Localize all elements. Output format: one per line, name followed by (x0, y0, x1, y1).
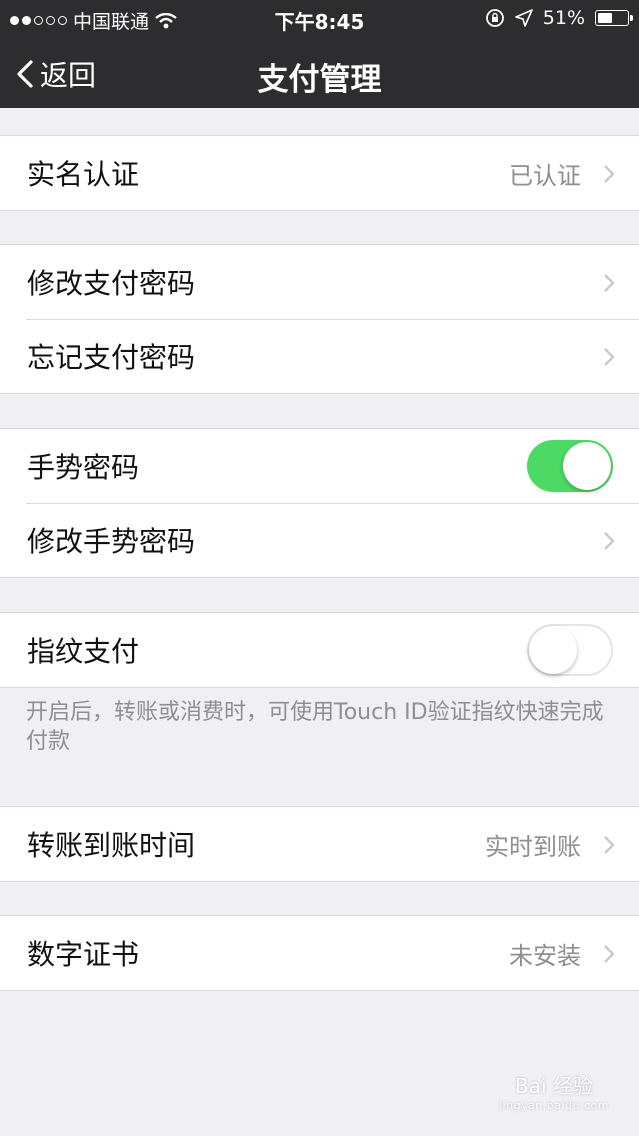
row-label: 转账到账时间 (27, 829, 196, 862)
chevron-right-icon (604, 165, 615, 183)
row-label: 忘记支付密码 (27, 341, 196, 374)
fingerprint-note: 开启后，转账或消费时，可使用Touch ID验证指纹快速完成付款 (26, 700, 604, 754)
row-real-name-verification[interactable]: 实名认证 已认证 (0, 136, 639, 210)
row-value: 实时到账 (485, 832, 581, 861)
row-label: 实名认证 (27, 158, 140, 191)
chevron-right-icon (604, 348, 615, 366)
gesture-password-toggle[interactable] (527, 440, 613, 492)
row-forgot-payment-password[interactable]: 忘记支付密码 (0, 319, 639, 393)
baidu-jingyan-watermark: Bai 经验 jingyan.baidu.com (499, 1070, 609, 1112)
row-label: 修改手势密码 (27, 525, 196, 558)
row-change-gesture-password[interactable]: 修改手势密码 (0, 503, 639, 577)
fingerprint-payment-toggle[interactable] (527, 624, 613, 676)
row-label: 修改支付密码 (27, 267, 196, 300)
chevron-right-icon (604, 274, 615, 292)
top-bar: 中国联通 下午8:45 51% 返回 支付管理 (0, 0, 639, 108)
chevron-right-icon (604, 532, 615, 550)
section-fingerprint: 指纹支付 (0, 612, 639, 688)
section-transfer-time: 转账到账时间 实时到账 (0, 806, 639, 882)
row-value: 未安装 (509, 941, 581, 970)
row-label: 手势密码 (27, 451, 140, 484)
section-payment-password: 修改支付密码 忘记支付密码 (0, 244, 639, 394)
row-value: 已认证 (509, 161, 581, 190)
status-right: 51% (485, 7, 633, 29)
chevron-right-icon (604, 836, 615, 854)
toggle-knob (529, 626, 577, 674)
row-digital-certificate[interactable]: 数字证书 未安装 (0, 916, 639, 990)
rotation-lock-icon (485, 9, 504, 27)
row-gesture-password: 手势密码 (0, 429, 639, 503)
battery-percent: 51% (542, 7, 585, 29)
chevron-right-icon (604, 945, 615, 963)
nav-bar: 返回 支付管理 (0, 36, 639, 108)
battery-icon (595, 10, 633, 26)
section-gesture-password: 手势密码 修改手势密码 (0, 428, 639, 578)
section-digital-certificate: 数字证书 未安装 (0, 915, 639, 991)
row-label: 数字证书 (27, 938, 140, 971)
watermark-text: Bai 经验 (515, 1074, 593, 1098)
row-label: 指纹支付 (27, 635, 140, 668)
watermark-sub: jingyan.baidu.com (498, 1099, 609, 1112)
row-change-payment-password[interactable]: 修改支付密码 (0, 245, 639, 319)
row-transfer-arrival-time[interactable]: 转账到账时间 实时到账 (0, 807, 639, 881)
page-title: 支付管理 (257, 62, 382, 98)
status-bar: 中国联通 下午8:45 51% (0, 0, 639, 36)
row-fingerprint-payment: 指纹支付 (0, 613, 639, 687)
section-verification: 实名认证 已认证 (0, 135, 639, 211)
location-arrow-icon (514, 9, 533, 27)
toggle-knob (563, 442, 611, 490)
